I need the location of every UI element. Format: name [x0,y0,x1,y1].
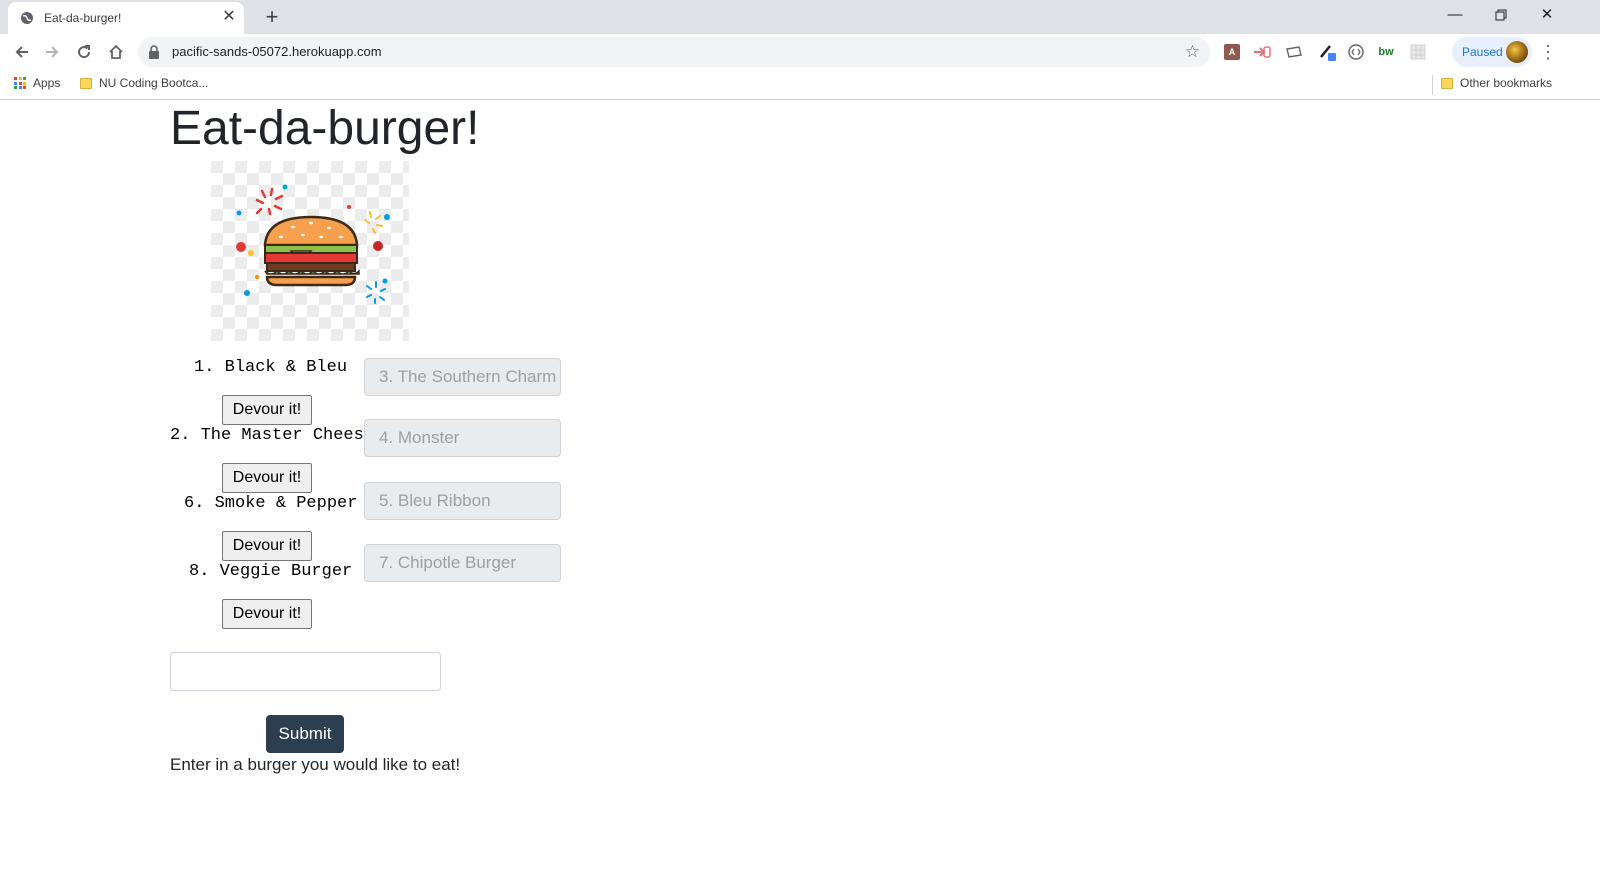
restore-icon [1495,9,1507,21]
globe-icon [21,12,33,24]
burger-item-name: 8. Veggie Burger [189,562,353,581]
devour-button[interactable]: Devour it! [222,599,312,629]
home-button[interactable] [102,38,130,66]
bookmark-folder-label: NU Coding Bootca... [99,76,209,90]
page-content: Eat-da-burger! 1. Black & Bleu Devour it… [0,101,1600,870]
bookmark-star-icon[interactable]: ☆ [1185,42,1200,62]
apps-label: Apps [33,76,61,90]
devour-button[interactable]: Devour it! [222,463,312,493]
avatar [1506,41,1528,63]
form-hint: Enter in a burger you would like to eat! [170,755,461,774]
apps-bookmark[interactable]: Apps [14,76,60,90]
bookmark-folder[interactable]: NU Coding Bootca... [80,76,208,90]
devour-button[interactable]: Devour it! [222,395,312,425]
tab-strip: Eat-da-burger! ✕ + — ✕ [0,0,1600,34]
close-window-button[interactable]: ✕ [1524,0,1570,30]
devoured-burger: 4. Monster [364,419,561,457]
forward-button[interactable] [38,38,66,66]
reload-icon [78,45,91,59]
profile-button[interactable]: Paused [1452,37,1532,67]
forward-arrow-icon [46,46,59,58]
note-icon[interactable] [1284,42,1304,62]
browser-toolbar: pacific-sands-05072.herokuapp.com ☆ A bw… [0,34,1600,70]
burger-item-name: 6. Smoke & Pepper [184,494,358,513]
grid-icon[interactable] [1408,42,1428,62]
apps-grid-icon [14,77,26,89]
folder-icon [80,77,92,89]
burger-image [211,161,409,341]
url-text: pacific-sands-05072.herokuapp.com [172,44,382,59]
tab-title: Eat-da-burger! [44,11,122,25]
back-button[interactable] [8,38,36,66]
submit-button[interactable]: Submit [266,715,344,753]
burger-name-input[interactable] [170,652,441,691]
devour-button[interactable]: Devour it! [222,531,312,561]
bookmarks-bar: Apps NU Coding Bootca... Other bookmarks [0,70,1600,100]
page-title: Eat-da-burger! [170,102,480,155]
browser-tab[interactable]: Eat-da-burger! ✕ [8,2,244,34]
burger-item-name: 2. The Master Cheese [170,426,375,445]
code-icon[interactable] [1346,42,1366,62]
folder-icon [1441,77,1453,89]
other-bookmarks-label: Other bookmarks [1460,76,1553,90]
reload-button[interactable] [70,38,98,66]
bw-icon[interactable]: bw [1376,42,1396,62]
pen-icon[interactable] [1318,42,1338,62]
other-bookmarks[interactable]: Other bookmarks [1441,76,1552,90]
pdf-icon[interactable]: A [1222,42,1242,62]
minimize-button[interactable]: — [1432,0,1478,30]
address-bar[interactable]: pacific-sands-05072.herokuapp.com ☆ [138,37,1210,67]
restore-button[interactable] [1478,0,1524,30]
profile-status: Paused [1462,45,1503,59]
home-icon [109,44,123,59]
bookmarks-separator [1432,75,1433,95]
red-arrow-icon[interactable] [1252,42,1272,62]
lock-icon [149,45,159,59]
back-arrow-icon [15,46,28,58]
menu-kebab-icon[interactable]: ⋮ [1538,38,1558,66]
devoured-burger: 5. Bleu Ribbon [364,482,561,520]
devoured-burger: 7. Chipotle Burger [364,544,561,582]
close-tab-icon[interactable]: ✕ [220,8,238,26]
new-tab-button[interactable]: + [258,3,286,31]
devoured-burger: 3. The Southern Charm [364,358,561,396]
burger-item-name: 1. Black & Bleu [194,358,348,377]
